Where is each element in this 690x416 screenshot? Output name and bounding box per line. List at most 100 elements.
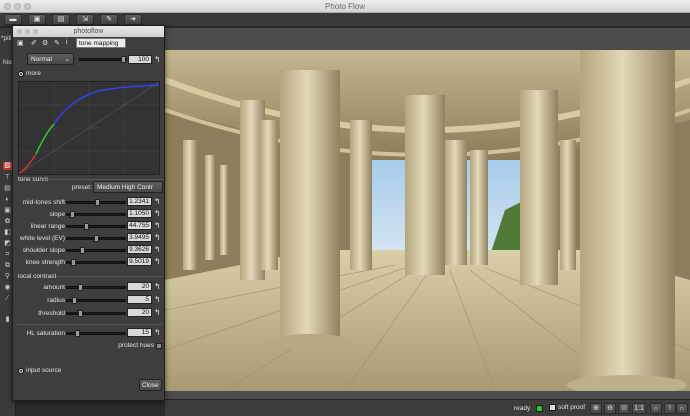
hl-saturation-value[interactable]: 15 xyxy=(127,328,152,337)
reset-icon[interactable]: ↰ xyxy=(154,295,161,304)
slider-knob[interactable] xyxy=(71,259,76,266)
param-value[interactable]: 1.1050 xyxy=(127,209,152,218)
gear-icon[interactable]: ⚙ xyxy=(42,39,48,47)
layers-tool-icon[interactable]: ⊤ xyxy=(3,174,12,182)
param-value[interactable]: 20 xyxy=(127,282,152,291)
clone-tool-icon[interactable]: ⚲ xyxy=(3,273,12,281)
param-value[interactable]: 9.3626 xyxy=(127,245,152,254)
brush-tool-icon[interactable]: ⁄ xyxy=(3,295,12,303)
slider-knob[interactable] xyxy=(80,247,85,254)
amount-slider[interactable] xyxy=(66,284,126,291)
highlight-button[interactable]: ☼ xyxy=(676,403,688,414)
soft-proof-checkbox[interactable] xyxy=(549,404,556,411)
zoom-in-icon: ⊕ xyxy=(593,405,599,412)
reset-icon[interactable]: ↰ xyxy=(154,257,161,266)
local-contrast-label: local contrast xyxy=(18,273,57,280)
exclamation-icon: ! xyxy=(669,405,671,412)
more-radio[interactable] xyxy=(18,71,24,77)
param-label: knee strength xyxy=(25,259,65,266)
slider-knob[interactable] xyxy=(95,199,100,206)
param-value[interactable]: 5 xyxy=(127,295,152,304)
slider-knob[interactable] xyxy=(78,310,83,317)
zoom-in-button[interactable]: ⊕ xyxy=(590,403,602,414)
reset-icon[interactable]: ↰ xyxy=(154,328,161,337)
param-value[interactable]: 44.755 xyxy=(127,221,152,230)
tone-curve-graph[interactable] xyxy=(18,81,160,175)
gradient-tool-icon[interactable]: ◩ xyxy=(3,240,12,248)
param-value[interactable]: 20 xyxy=(127,308,152,317)
dialog-close-button[interactable] xyxy=(17,29,22,34)
mid-tones-shift-slider[interactable] xyxy=(66,199,126,206)
zoom-one-button[interactable]: 1:1 xyxy=(632,403,646,414)
reset-icon[interactable]: ↰ xyxy=(154,233,161,242)
trash-icon[interactable]: ▮ xyxy=(3,316,12,324)
protect-hues-checkbox[interactable] xyxy=(156,343,162,349)
slider-knob[interactable] xyxy=(78,284,83,291)
shoulder-slope-slider[interactable] xyxy=(66,247,126,254)
param-value[interactable]: 3.9495 xyxy=(127,233,152,242)
slider-knob[interactable] xyxy=(75,330,80,337)
mask-tool-icon[interactable]: ◧ xyxy=(3,229,12,237)
forward-button[interactable]: ➜ xyxy=(124,14,142,25)
transform-tool-icon[interactable]: ⧉ xyxy=(3,262,12,270)
image-tool-icon[interactable]: ▣ xyxy=(3,207,12,215)
hl-saturation-slider[interactable] xyxy=(66,330,126,337)
radius-slider[interactable] xyxy=(66,297,126,304)
white-level-slider[interactable] xyxy=(66,235,126,242)
levels-tool-icon[interactable]: ▤ xyxy=(3,185,12,193)
input-source-radio[interactable] xyxy=(18,368,24,374)
dialog-zoom-button[interactable] xyxy=(33,29,38,34)
zoom-out-button[interactable]: ⊖ xyxy=(604,403,616,414)
opacity-reset-icon[interactable]: ↰ xyxy=(154,55,161,64)
dialog-title: photoflow xyxy=(73,28,104,35)
slider-knob[interactable] xyxy=(84,223,89,230)
edit-mask-icon[interactable]: ✐ xyxy=(31,39,37,47)
reset-icon[interactable]: ↰ xyxy=(154,245,161,254)
slider-knob[interactable] xyxy=(72,297,77,304)
info-icon[interactable]: i xyxy=(66,39,68,46)
reset-icon[interactable]: ↰ xyxy=(154,308,161,317)
slider-knob[interactable] xyxy=(70,211,75,218)
minimize-window-button[interactable] xyxy=(14,3,21,10)
opacity-value[interactable]: 100 xyxy=(128,55,152,64)
photo-preview[interactable] xyxy=(165,50,690,391)
slope-slider[interactable] xyxy=(66,211,126,218)
eye-tool-icon[interactable]: ◉ xyxy=(3,284,12,292)
reset-icon[interactable]: ↰ xyxy=(154,209,161,218)
visibility-icon[interactable]: ▣ xyxy=(17,39,24,47)
clip-warning-button[interactable]: ! xyxy=(664,403,676,414)
module-name-field[interactable]: tone mapping xyxy=(76,38,126,48)
param-value[interactable]: 9.5019 xyxy=(127,257,152,266)
close-button[interactable]: Close xyxy=(139,379,162,391)
reset-icon[interactable]: ↰ xyxy=(154,221,161,230)
sun-settings-button[interactable]: ☼ xyxy=(650,403,662,414)
close-window-button[interactable] xyxy=(4,3,11,10)
tone-tool-icon[interactable]: ▧ xyxy=(3,162,12,170)
paint-tool-icon[interactable]: ✿ xyxy=(3,218,12,226)
zoom-fit-button[interactable]: ⊙ xyxy=(618,403,630,414)
opacity-slider[interactable] xyxy=(79,56,127,63)
crop-tool-icon[interactable]: ⌗ xyxy=(3,251,12,259)
export-button[interactable]: ⇲ xyxy=(76,14,94,25)
param-value[interactable]: 1.2341 xyxy=(127,197,152,206)
reset-icon[interactable]: ↰ xyxy=(154,197,161,206)
colonnade-photo xyxy=(165,50,690,391)
contrast-tool-icon[interactable]: ◐ xyxy=(3,196,12,204)
opacity-knob[interactable] xyxy=(121,56,126,63)
save-button[interactable]: ▣ xyxy=(28,14,46,25)
zoom-window-button[interactable] xyxy=(24,3,31,10)
window-title: Photo Flow xyxy=(324,2,366,11)
zoom-out-icon: ⊖ xyxy=(607,405,613,412)
preset-select[interactable]: Medium High Contr xyxy=(93,181,163,193)
threshold-slider[interactable] xyxy=(66,310,126,317)
dialog-minimize-button[interactable] xyxy=(25,29,30,34)
pencil-icon[interactable]: ✎ xyxy=(54,39,60,47)
edit-button[interactable]: ✎ xyxy=(100,14,118,25)
open-button[interactable]: ▬ xyxy=(4,14,22,25)
knee-strength-slider[interactable] xyxy=(66,259,126,266)
blend-mode-select[interactable]: Normal ⌄ xyxy=(27,53,74,65)
slider-knob[interactable] xyxy=(94,235,99,242)
save-as-button[interactable]: ▤ xyxy=(52,14,70,25)
reset-icon[interactable]: ↰ xyxy=(154,282,161,291)
linear-range-slider[interactable] xyxy=(66,223,126,230)
